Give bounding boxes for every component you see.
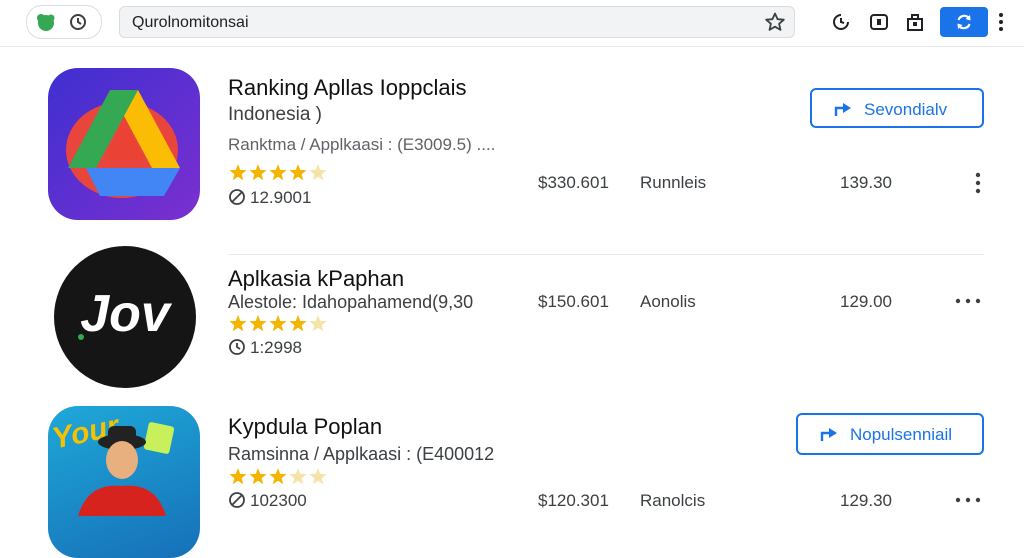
- app-category: Aonolis: [640, 292, 696, 311]
- download-count: 12.9001: [228, 188, 311, 208]
- app-icon[interactable]: Your: [48, 406, 200, 558]
- star-filled-icon: [249, 468, 267, 485]
- picture-in-picture-icon[interactable]: [868, 11, 890, 33]
- history-icon[interactable]: [830, 11, 852, 33]
- star-filled-icon: [269, 468, 287, 485]
- more-horiz-icon[interactable]: [954, 296, 982, 306]
- download-icon: [229, 492, 245, 508]
- star-filled-icon: [229, 164, 247, 181]
- download-count: 102300: [228, 491, 307, 511]
- url-text[interactable]: Qurolnomitonsai: [132, 14, 249, 32]
- sync-button[interactable]: [940, 7, 988, 37]
- star-filled-icon: [249, 164, 267, 181]
- person-illustration-icon: [78, 422, 175, 516]
- app-number: 139.30: [840, 173, 892, 192]
- app-logo-icon: [37, 14, 55, 31]
- app-logo-text: Jov: [80, 285, 170, 343]
- drive-logo-icon: [66, 90, 180, 198]
- app-price: $120.301: [538, 491, 609, 510]
- star-empty-icon: [309, 315, 327, 332]
- download-icon: [229, 189, 245, 205]
- row-action-button[interactable]: Nopulsenniail: [796, 413, 984, 455]
- download-count: 1:2998: [228, 338, 302, 358]
- app-icon[interactable]: Jov: [54, 246, 196, 388]
- app-icon[interactable]: [48, 68, 200, 220]
- app-title[interactable]: Kypdula Poplan: [228, 414, 382, 440]
- browser-toolbar: Qurolnomitonsai: [0, 0, 1024, 47]
- app-price: $330.601: [538, 173, 609, 192]
- app-meta: Ranktma / Applkaasi : (E3009.5) ....: [228, 135, 496, 154]
- button-label: Nopulsenniail: [850, 425, 953, 444]
- row-action-button[interactable]: Sevondialv: [810, 88, 984, 128]
- logo-dot: [78, 334, 84, 340]
- count-value: 102300: [250, 491, 307, 510]
- app-category: Runnleis: [640, 173, 707, 192]
- rating-stars: [229, 164, 327, 181]
- app-title[interactable]: Ranking Apllas Ioppclais: [228, 75, 466, 101]
- rating-stars: [229, 468, 327, 485]
- reload-icon[interactable]: [69, 13, 87, 31]
- row-divider: [228, 254, 984, 255]
- star-filled-icon: [289, 315, 307, 332]
- more-horiz-icon[interactable]: [954, 495, 982, 505]
- star-filled-icon: [229, 468, 247, 485]
- share-arrow-icon: [834, 103, 851, 116]
- app-category: Ranolcis: [640, 491, 706, 510]
- sync-icon: [957, 14, 971, 30]
- app-price: $150.601: [538, 292, 609, 311]
- site-info-chip[interactable]: [26, 5, 102, 39]
- count-value: 1:2998: [250, 338, 302, 357]
- button-label: Sevondialv: [864, 100, 948, 119]
- more-vert-icon[interactable]: [972, 171, 984, 195]
- star-filled-icon: [269, 315, 287, 332]
- star-empty-icon: [309, 468, 327, 485]
- app-title[interactable]: Aplkasia kPaphan: [228, 266, 404, 292]
- star-empty-icon: [309, 164, 327, 181]
- star-filled-icon: [289, 164, 307, 181]
- share-arrow-icon: [820, 428, 837, 441]
- star-filled-icon: [249, 315, 267, 332]
- extensions-icon[interactable]: [904, 11, 926, 33]
- app-subtitle: Ramsinna / Applkaasi : (E400012: [228, 444, 495, 464]
- app-subtitle: Indonesia ): [228, 104, 323, 125]
- more-vert-icon[interactable]: [996, 11, 1006, 33]
- app-number: 129.30: [840, 491, 892, 510]
- address-bar[interactable]: Qurolnomitonsai: [119, 6, 795, 38]
- star-filled-icon: [269, 164, 287, 181]
- count-value: 12.9001: [250, 188, 312, 207]
- star-empty-icon: [289, 468, 307, 485]
- star-filled-icon: [229, 315, 247, 332]
- bookmark-star-icon[interactable]: [765, 12, 785, 32]
- clock-icon: [229, 339, 245, 355]
- rating-stars: [229, 315, 327, 332]
- app-subtitle: Alestole: Idahopahamend(9,30: [228, 292, 474, 312]
- app-number: 129.00: [840, 292, 892, 311]
